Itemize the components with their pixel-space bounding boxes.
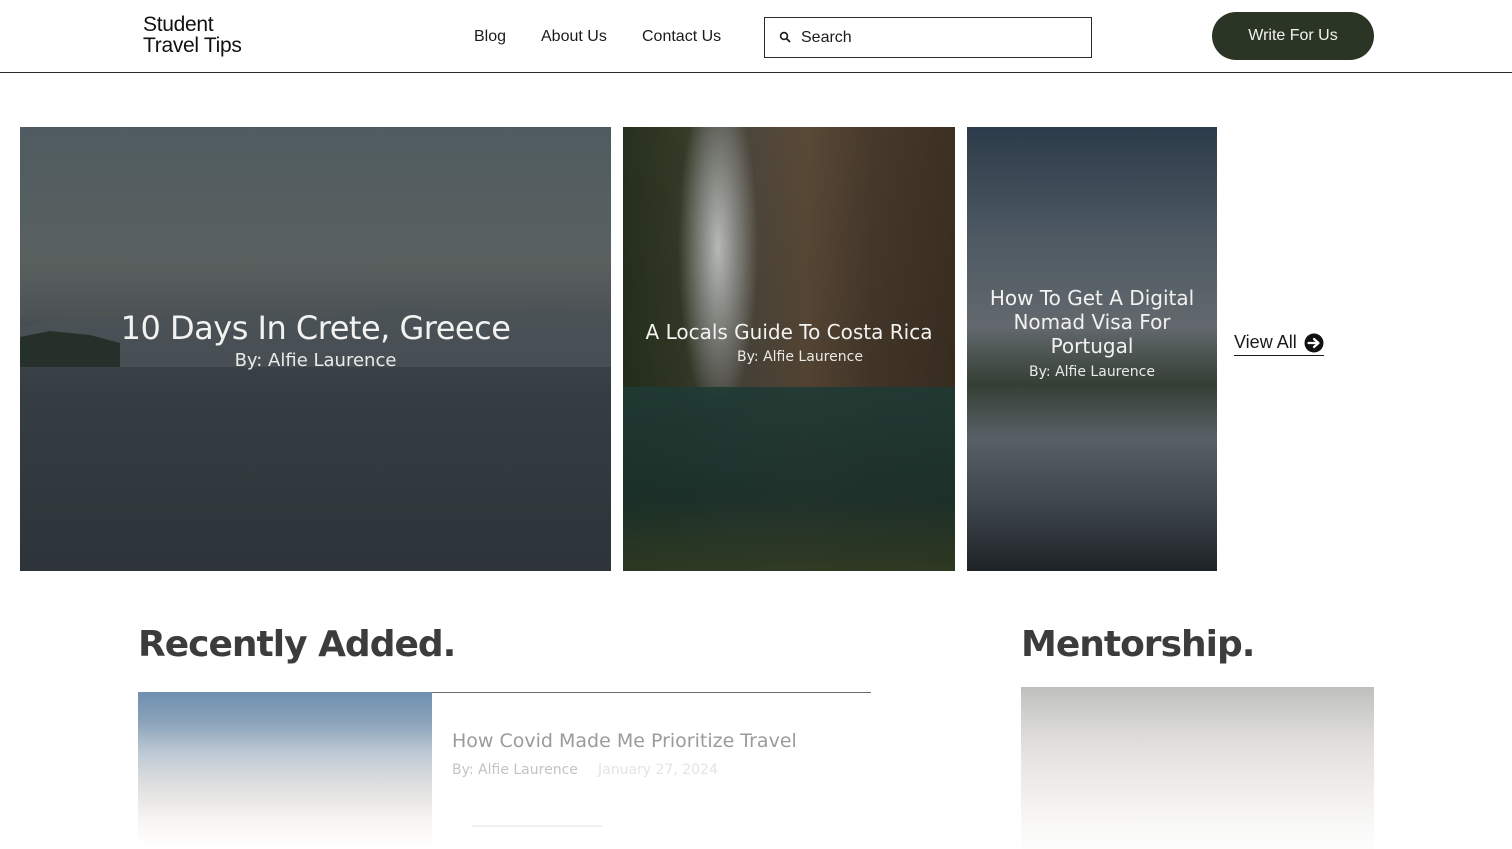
read-more-underline	[472, 825, 602, 827]
featured-title: A Locals Guide To Costa Rica	[645, 320, 933, 344]
post-date: January 27, 2024	[598, 762, 718, 778]
logo-line-1: Student	[143, 13, 214, 36]
mentorship-image[interactable]	[1021, 687, 1374, 849]
mentorship-heading: Mentorship.	[1021, 624, 1255, 665]
nav-blog[interactable]: Blog	[474, 28, 506, 46]
site-header: Student Travel Tips Blog About Us Contac…	[0, 0, 1512, 73]
list-item: How Covid Made Me Prioritize Travel By: …	[138, 692, 871, 849]
featured-author: By: Alfie Laurence	[1029, 364, 1155, 380]
water-pool	[623, 387, 955, 571]
featured-author: By: Alfie Laurence	[737, 349, 863, 365]
arrow-right-circle-icon	[1304, 333, 1324, 352]
post-thumbnail[interactable]	[138, 692, 432, 849]
view-all-label: View All	[1234, 332, 1297, 352]
thumbnail-fade	[138, 692, 432, 849]
post-title[interactable]: How Covid Made Me Prioritize Travel	[452, 730, 797, 752]
featured-title: 10 Days In Crete, Greece	[120, 309, 511, 347]
nav-contact-us[interactable]: Contact Us	[642, 28, 721, 46]
search-box	[764, 17, 1092, 58]
featured-card-portugal[interactable]: How To Get A Digital Nomad Visa For Port…	[967, 127, 1217, 571]
post-author: By: Alfie Laurence	[452, 762, 578, 778]
view-all-link[interactable]: View All	[1234, 330, 1324, 356]
featured-card-costa-rica[interactable]: A Locals Guide To Costa Rica By: Alfie L…	[623, 127, 955, 571]
write-for-us-button[interactable]: Write For Us	[1212, 12, 1374, 60]
site-logo[interactable]: Student Travel Tips	[143, 14, 242, 56]
divider	[432, 692, 871, 693]
mentorship-fade	[1021, 687, 1374, 849]
featured-card-crete[interactable]: 10 Days In Crete, Greece By: Alfie Laure…	[20, 127, 611, 571]
search-input[interactable]	[801, 26, 1081, 50]
featured-author: By: Alfie Laurence	[234, 350, 397, 371]
logo-line-2: Travel Tips	[143, 34, 242, 57]
nav-about-us[interactable]: About Us	[541, 28, 607, 46]
search-icon	[779, 31, 791, 43]
recently-added-heading: Recently Added.	[138, 624, 456, 665]
featured-title: How To Get A Digital Nomad Visa For Port…	[989, 286, 1195, 358]
